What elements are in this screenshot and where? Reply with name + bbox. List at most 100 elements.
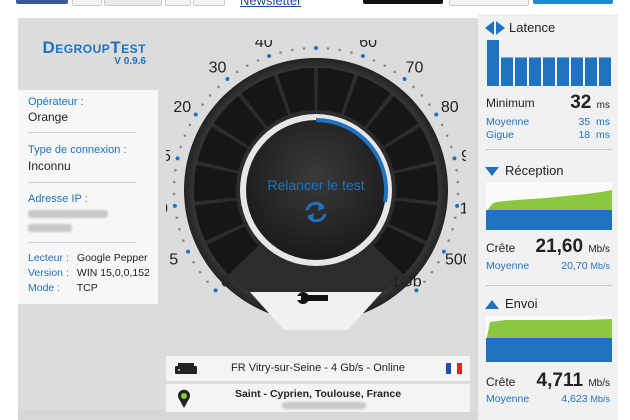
gauge-scale-label: 30 <box>209 59 227 76</box>
divider <box>486 149 612 150</box>
gauge-tick <box>338 48 342 52</box>
latency-jitter-value: 18 <box>578 129 591 141</box>
upload-avg-value: 4,623 <box>561 393 588 405</box>
latency-chart <box>487 40 611 86</box>
gauge-tick <box>267 53 272 58</box>
speed-gauge: Relancer le test 0 5 10 15 20 30 40 50 60 70 80 90 1… <box>166 40 466 330</box>
gauge-tick <box>455 168 458 172</box>
latency-bar <box>543 57 555 86</box>
gauge-tick <box>372 59 376 62</box>
gauge-tick <box>172 180 176 184</box>
gauge-scale-label: 5 <box>169 252 178 269</box>
gauge-tick <box>256 59 260 62</box>
gauge-scale-label: 50 <box>307 40 325 42</box>
logo-text: DegroupTest <box>42 38 146 57</box>
gauge-tick <box>456 192 460 196</box>
download-peak-unit: Mb/s <box>588 244 610 255</box>
gauge-scale-label: 15 <box>166 148 171 165</box>
latency-avg-unit: ms <box>596 116 610 128</box>
upload-peak-unit: Mb/s <box>588 378 610 389</box>
download-baseline <box>486 210 612 230</box>
download-chart <box>486 182 612 230</box>
gauge-tick <box>225 76 230 81</box>
upload-chart <box>486 316 612 362</box>
toolbar-button[interactable] <box>533 0 613 4</box>
gauge-tick <box>455 203 460 208</box>
gauge-tick <box>451 228 454 231</box>
download-avg-label: Moyenne <box>486 260 530 272</box>
relaunch-label[interactable]: Relancer le test <box>267 177 364 193</box>
reader-label: Lecteur : <box>28 252 69 264</box>
gauge-tick <box>217 85 220 89</box>
latency-jitter-row: 18 ms <box>578 129 610 141</box>
latency-bar <box>557 57 569 86</box>
download-peak-label: Crête <box>486 241 516 255</box>
gauge-tick <box>208 94 212 97</box>
upload-avg-unit: Mb/s <box>590 394 610 404</box>
toolbar-button[interactable] <box>363 0 443 4</box>
upload-title: Envoi <box>505 296 538 311</box>
download-avg-value: 20,70 <box>561 260 588 272</box>
gauge-tick <box>201 103 204 106</box>
gauge-scale-label: 90 <box>461 148 466 165</box>
gauge-tick <box>393 70 397 74</box>
upload-avg-row: 4,623 Mb/s <box>561 393 610 405</box>
connection-type-value: Inconnu <box>28 159 71 173</box>
download-peak-value: 21,60 <box>535 236 584 257</box>
toolbar-button[interactable] <box>449 0 529 6</box>
latency-bar <box>501 57 513 86</box>
gauge-tick <box>437 260 440 264</box>
reader-value: Google Pepper <box>76 252 148 264</box>
toolbar-button[interactable] <box>72 0 102 6</box>
newsletter-link[interactable]: Newsletter <box>240 0 301 8</box>
latency-min-value-row: 32 ms <box>570 92 610 114</box>
gauge-tick <box>188 123 192 127</box>
gauge-tick <box>302 47 306 50</box>
latency-avg-label: Moyenne <box>486 116 530 128</box>
location-bar: Saint - Cyprien, Toulouse, France <box>166 384 470 412</box>
upload-baseline <box>486 338 612 362</box>
gauge-tick <box>213 288 218 293</box>
connection-type-label: Type de connexion : <box>28 144 127 156</box>
location-redacted <box>282 402 366 409</box>
reader-row: Lecteur : Google Pepper <box>28 252 148 264</box>
latency-jitter-unit: ms <box>596 129 610 141</box>
gauge-tick <box>182 239 185 242</box>
gauge-tick <box>179 145 183 149</box>
top-toolbar: Newsletter <box>0 0 630 8</box>
latency-bar <box>599 57 611 86</box>
gauge-tick <box>235 70 239 74</box>
gauge-tick <box>434 112 439 117</box>
toolbar-button[interactable] <box>193 0 225 6</box>
gauge-tick <box>420 94 424 97</box>
divider <box>28 242 136 243</box>
gauge-tick <box>183 134 187 137</box>
gauge-tick <box>452 156 457 161</box>
operator-value: Orange <box>28 110 69 124</box>
latency-bar <box>571 57 583 86</box>
toolbar-button[interactable] <box>104 0 162 6</box>
latency-avg-row: 35 ms <box>578 116 610 128</box>
latency-min-value: 32 <box>570 92 592 113</box>
gauge-tick <box>186 249 191 254</box>
gauge-tick <box>290 48 294 52</box>
gauge-tick <box>440 123 444 127</box>
latency-jitter-label: Gigue <box>486 129 515 141</box>
version-value: WIN 15,0,0,152 <box>76 267 150 279</box>
gauge-scale-label: 10 <box>166 201 168 218</box>
gauge-scale-label: 20 <box>173 99 191 116</box>
gauge-tick <box>178 228 181 231</box>
gauge-tick <box>279 51 282 54</box>
upload-avg-label: Moyenne <box>486 393 530 405</box>
share-button[interactable] <box>16 0 68 4</box>
gauge-tick <box>453 216 457 220</box>
divider <box>486 285 612 286</box>
gauge-tick <box>350 51 353 54</box>
gauge-tick <box>456 180 460 184</box>
gauge-tick <box>172 192 176 196</box>
mode-value: TCP <box>76 282 98 294</box>
ip-address-redacted <box>28 210 108 218</box>
toolbar-button[interactable] <box>165 0 191 6</box>
results-panel: Latence Minimum 32 ms Moyenne 35 ms Gigu… <box>478 14 618 420</box>
gauge-tick <box>206 280 209 283</box>
